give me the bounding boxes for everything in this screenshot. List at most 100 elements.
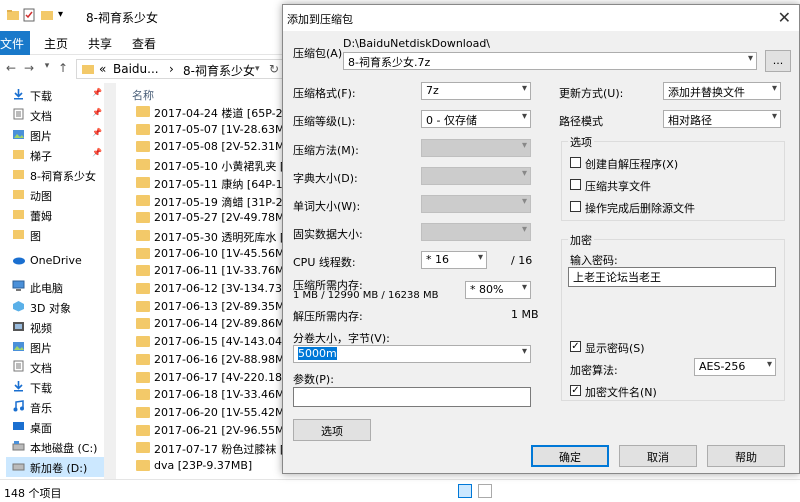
- threads-select[interactable]: * 16 ▾: [421, 251, 487, 269]
- file-row[interactable]: 2017-07-17 粉色过膝袜 [44P: [136, 439, 288, 457]
- ribbon-tab-view[interactable]: 查看: [132, 35, 156, 52]
- file-name: 2017-05-08 [2V-52.31MB]: [154, 140, 288, 154]
- memory-percent-select[interactable]: * 80% ▾: [465, 281, 531, 299]
- properties-icon[interactable]: [22, 8, 36, 22]
- archive-name-value: 8-祠育系少女.7z: [348, 56, 431, 69]
- level-select[interactable]: 0 - 仅存储 ▾: [421, 110, 531, 128]
- address-dropdown-icon[interactable]: ▾: [255, 64, 260, 74]
- breadcrumb-item-baidu[interactable]: Baidu...: [113, 62, 159, 76]
- nav-item[interactable]: 图: [6, 225, 106, 245]
- ribbon-tab-home[interactable]: 主页: [44, 35, 68, 52]
- breadcrumb-item-current[interactable]: 8-祠育系少女: [183, 62, 255, 79]
- recent-locations-icon[interactable]: ▾: [40, 61, 54, 75]
- status-bar: 148 个项目: [0, 479, 800, 502]
- file-row[interactable]: 2017-06-12 [3V-134.73MB]: [136, 280, 288, 298]
- file-row[interactable]: 2017-06-13 [2V-89.35MB]: [136, 298, 288, 316]
- customize-toolbar-icon[interactable]: ▾: [58, 9, 72, 23]
- new-folder-icon[interactable]: [40, 8, 54, 22]
- details-view-icon[interactable]: [458, 484, 472, 498]
- ok-button[interactable]: 确定: [531, 445, 609, 467]
- nav-item[interactable]: 图片: [6, 337, 106, 357]
- file-row[interactable]: dva [23P-9.37MB]: [136, 457, 288, 475]
- column-header-name[interactable]: 名称: [132, 87, 154, 103]
- file-row[interactable]: 2017-05-11 康纳 [64P-1V-30: [136, 174, 288, 192]
- encryption-method-label: 加密算法:: [570, 364, 618, 377]
- parameters-input[interactable]: [293, 387, 531, 407]
- file-row[interactable]: 2017-05-19 滴蜡 [31P-2V-11: [136, 192, 288, 210]
- chevron-down-icon: ▾: [521, 111, 527, 122]
- file-name: 2017-06-13 [2V-89.35MB]: [154, 299, 288, 313]
- nav-item-label: 本地磁盘 (C:): [30, 442, 98, 455]
- file-row[interactable]: 2017-05-10 小黄裙乳夹 [22P: [136, 156, 288, 174]
- nav-item[interactable]: 桌面: [6, 417, 106, 437]
- nav-item[interactable]: 音乐: [6, 397, 106, 417]
- file-row[interactable]: 2017-06-20 [1V-55.42MB]: [136, 404, 288, 422]
- folder-icon: [136, 229, 150, 241]
- threads-label: CPU 线程数:: [293, 256, 356, 269]
- up-arrow-icon[interactable]: ↑: [56, 61, 70, 75]
- nav-item[interactable]: OneDrive: [6, 251, 106, 271]
- password-input[interactable]: 上老王论坛当老王: [568, 267, 776, 287]
- address-bar[interactable]: « Baidu... › 8-祠育系少女 ▾ ↻: [76, 59, 286, 79]
- nav-item[interactable]: 3D 对象: [6, 297, 106, 317]
- chevron-down-icon[interactable]: ▾: [522, 346, 527, 357]
- update-mode-select[interactable]: 添加并替换文件 ▾: [663, 82, 781, 100]
- compress-shared-checkbox[interactable]: 压缩共享文件: [570, 178, 770, 193]
- large-icons-view-icon[interactable]: [478, 484, 492, 498]
- folder-icon: [136, 460, 150, 471]
- file-row[interactable]: 2017-04-24 楼道 [65P-290.8: [136, 103, 288, 121]
- nav-item[interactable]: 8-祠育系少女: [6, 165, 106, 185]
- nav-item[interactable]: 蕾姆: [6, 205, 106, 225]
- format-select[interactable]: 7z ▾: [421, 82, 531, 100]
- encrypt-filenames-checkbox[interactable]: ✓ 加密文件名(N): [570, 384, 720, 399]
- cancel-button[interactable]: 取消: [619, 445, 697, 467]
- create-sfx-checkbox[interactable]: 创建自解压程序(X): [570, 156, 770, 171]
- encryption-method-select[interactable]: AES-256 ▾: [694, 358, 776, 376]
- delete-after-checkbox[interactable]: 操作完成后删除源文件: [570, 200, 770, 215]
- file-row[interactable]: 2017-05-27 [2V-49.78MB]: [136, 209, 288, 227]
- archive-name-combo[interactable]: 8-祠育系少女.7z ▾: [343, 52, 757, 70]
- file-row[interactable]: 2017-06-16 [2V-88.98MB]: [136, 351, 288, 369]
- file-row[interactable]: 2017-06-21 [2V-96.55MB]: [136, 422, 288, 440]
- file-row[interactable]: 2017-05-30 透明死库水 [46P: [136, 227, 288, 245]
- ribbon-tab-share[interactable]: 共享: [88, 35, 112, 52]
- browse-button[interactable]: ...: [765, 50, 791, 72]
- refresh-icon[interactable]: ↻: [269, 62, 279, 76]
- ribbon-tab-file[interactable]: 文件: [0, 31, 30, 55]
- chevron-down-icon[interactable]: ▾: [748, 53, 753, 64]
- forward-arrow-icon[interactable]: →: [22, 61, 36, 75]
- nav-item[interactable]: 动图: [6, 185, 106, 205]
- nav-item[interactable]: 下载: [6, 377, 106, 397]
- nav-item[interactable]: 文档 📌: [6, 105, 106, 125]
- nav-scrollbar[interactable]: [104, 83, 116, 479]
- close-icon[interactable]: ✕: [778, 8, 791, 27]
- breadcrumb-separator[interactable]: ›: [169, 62, 174, 76]
- folder-icon: [136, 442, 150, 454]
- file-row[interactable]: 2017-06-11 [1V-33.76MB]: [136, 262, 288, 280]
- nav-item[interactable]: 下载 📌: [6, 85, 106, 105]
- nav-item[interactable]: 此电脑: [6, 277, 106, 297]
- help-button[interactable]: 帮助: [707, 445, 785, 467]
- file-row[interactable]: 2017-06-15 [4V-143.04MB]: [136, 333, 288, 351]
- picture-icon: [12, 340, 25, 352]
- breadcrumb-overflow[interactable]: «: [99, 62, 106, 76]
- nav-item[interactable]: 图片 📌: [6, 125, 106, 145]
- file-row[interactable]: 2017-05-08 [2V-52.31MB]: [136, 138, 288, 156]
- nav-item[interactable]: 新加卷 (D:): [6, 457, 106, 477]
- split-size-combo[interactable]: 5000m ▾: [293, 345, 531, 363]
- file-row[interactable]: 2017-05-07 [1V-28.63MB]: [136, 121, 288, 139]
- file-row[interactable]: 2017-06-14 [2V-89.86MB]: [136, 315, 288, 333]
- nav-item[interactable]: 视频: [6, 317, 106, 337]
- file-row[interactable]: 2017-06-10 [1V-45.56MB]: [136, 245, 288, 263]
- file-list: 名称 2017-04-24 楼道 [65P-290.8 2017-05-07 [1…: [118, 83, 288, 479]
- nav-item[interactable]: 文档: [6, 357, 106, 377]
- back-arrow-icon[interactable]: ←: [4, 61, 18, 75]
- file-row[interactable]: 2017-06-18 [1V-33.46MB]: [136, 386, 288, 404]
- path-mode-select[interactable]: 相对路径 ▾: [663, 110, 781, 128]
- nav-item[interactable]: 梯子 📌: [6, 145, 106, 165]
- options-button[interactable]: 选项: [293, 419, 371, 441]
- show-password-checkbox[interactable]: ✓ 显示密码(S): [570, 340, 720, 355]
- nav-item[interactable]: 本地磁盘 (C:): [6, 437, 106, 457]
- file-name: dva [23P-9.37MB]: [154, 459, 253, 472]
- file-row[interactable]: 2017-06-17 [4V-220.18MB]: [136, 369, 288, 387]
